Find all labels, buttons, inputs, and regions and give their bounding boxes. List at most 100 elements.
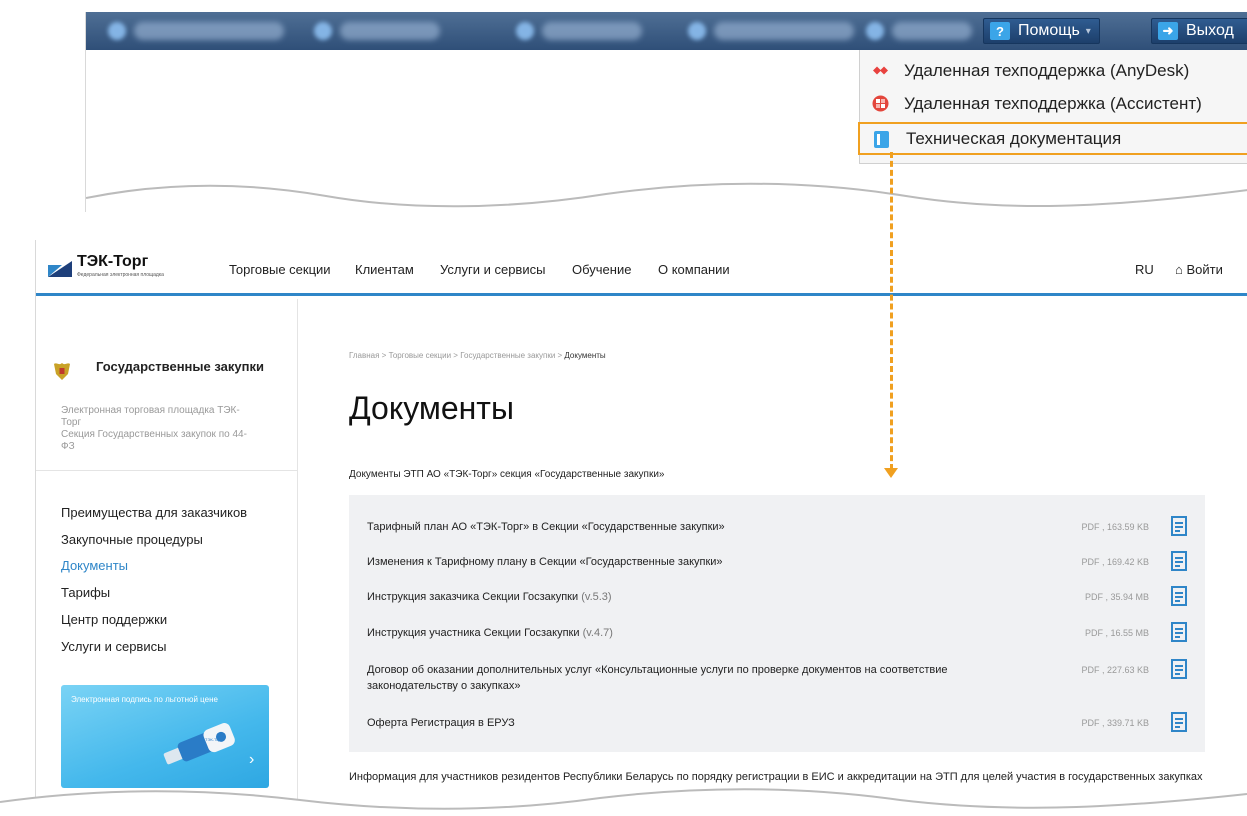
logo-subtitle: Федеральная электронная площадка (77, 272, 164, 278)
usb-token-image: ТЭК-Торг (163, 723, 235, 765)
blurred-toolbar-item (542, 22, 642, 40)
sidebar-item-procedures[interactable]: Закупочные процедуры (61, 532, 203, 547)
blurred-toolbar-icon (866, 22, 884, 40)
main-content: Главная > Торговые секции > Государствен… (349, 299, 1247, 816)
sidebar: Государственные закупки Электронная торг… (36, 299, 298, 816)
document-download-icon[interactable] (1171, 516, 1187, 536)
callout-connector-line (890, 152, 893, 470)
breadcrumb-item[interactable]: Государственные закупки (460, 351, 555, 360)
logo-title[interactable]: ТЭК-Торг (77, 253, 148, 271)
menu-item-anydesk[interactable]: Удаленная техподдержка (AnyDesk) (860, 54, 1247, 87)
breadcrumb-current: Документы (564, 351, 606, 360)
promo-text: Электронная подпись по льготной цене (71, 695, 218, 704)
document-title[interactable]: Инструкция участника Секции Госзакупки (… (367, 625, 1007, 641)
blurred-toolbar-item (134, 22, 284, 40)
document-title-text: Изменения к Тарифному плану в Секции «Го… (367, 556, 723, 568)
document-title-text: Инструкция заказчика Секции Госзакупки (367, 591, 579, 603)
document-title[interactable]: Оферта Регистрация в ЕРУЗ (367, 715, 1007, 731)
help-dropdown-menu: Удаленная техподдержка (AnyDesk) Удаленн… (858, 50, 1247, 164)
sidebar-item-advantages[interactable]: Преимущества для заказчиков (61, 505, 247, 520)
language-switcher[interactable]: RU (1135, 262, 1154, 277)
help-button-label: Помощь (1018, 22, 1080, 39)
document-download-icon[interactable] (1171, 586, 1187, 606)
document-download-icon[interactable] (1171, 622, 1187, 642)
document-meta: PDF , 227.63 KB (1081, 665, 1149, 675)
document-title[interactable]: Договор об оказании дополнительных услуг… (367, 662, 1007, 694)
document-list: Тарифный план АО «ТЭК-Торг» в Секции «Го… (349, 495, 1205, 752)
document-download-icon[interactable] (1171, 551, 1187, 571)
login-label: Войти (1186, 262, 1223, 277)
document-meta: PDF , 339.71 KB (1081, 718, 1149, 728)
home-icon: ⌂ (1175, 262, 1187, 277)
exit-icon: ➜ (1158, 22, 1178, 40)
blurred-toolbar-item (340, 22, 440, 40)
document-meta: PDF , 16.55 MB (1084, 628, 1149, 638)
help-button[interactable]: ? Помощь ▾ (983, 18, 1100, 44)
anydesk-icon (873, 66, 888, 75)
document-version: (v.5.3) (581, 591, 612, 603)
assistant-icon (872, 95, 889, 112)
breadcrumb-item[interactable]: Главная (349, 351, 379, 360)
torn-edge-divider (0, 788, 1247, 816)
section-description-line: Секция Государственных закупок по 44- (61, 429, 247, 440)
blurred-toolbar-icon (108, 22, 126, 40)
menu-item-technical-docs[interactable]: Техническая документация (858, 122, 1247, 155)
torn-edge-divider (86, 182, 1247, 220)
site-header: ТЭК-Торг Федеральная электронная площадк… (36, 240, 1247, 296)
document-title-text: Договор об оказании дополнительных услуг… (367, 664, 948, 692)
sidebar-divider (36, 470, 298, 471)
document-download-icon[interactable] (1171, 659, 1187, 679)
login-link[interactable]: ⌂ Войти (1175, 262, 1223, 277)
sidebar-item-support[interactable]: Центр поддержки (61, 612, 167, 627)
arrow-down-icon (884, 468, 898, 478)
breadcrumb-item[interactable]: Торговые секции (389, 351, 452, 360)
document-title-text: Инструкция участника Секции Госзакупки (367, 627, 580, 639)
document-meta: PDF , 35.94 MB (1084, 592, 1149, 602)
document-icon (874, 131, 889, 148)
top-fragment: ? Помощь ▾ ➜ Выход Удаленная техподдержк… (85, 12, 1247, 220)
page-title: Документы (349, 390, 514, 426)
section-title: Государственные закупки (96, 359, 264, 374)
document-title[interactable]: Изменения к Тарифному плану в Секции «Го… (367, 554, 1007, 570)
document-title[interactable]: Тарифный план АО «ТЭК-Торг» в Секции «Го… (367, 519, 1007, 535)
document-meta: PDF , 169.42 KB (1081, 557, 1149, 567)
menu-item-assistant[interactable]: Удаленная техподдержка (Ассистент) (860, 87, 1247, 120)
document-title-text: Оферта Регистрация в ЕРУЗ (367, 717, 515, 729)
blurred-toolbar-icon (688, 22, 706, 40)
section-description-line: ФЗ (61, 441, 75, 452)
breadcrumb-separator: > (379, 351, 389, 360)
nav-training[interactable]: Обучение (572, 262, 631, 277)
nav-services[interactable]: Услуги и сервисы (440, 262, 545, 277)
help-chat-icon: ? (990, 22, 1010, 40)
blurred-toolbar-item (892, 22, 972, 40)
document-title-text: Тарифный план АО «ТЭК-Торг» в Секции «Го… (367, 521, 725, 533)
promo-banner[interactable]: Электронная подпись по льготной цене ТЭК… (61, 685, 269, 788)
section-description: Электронная торговая площадка ТЭК- Торг … (61, 405, 291, 453)
exit-button-label: Выход (1186, 22, 1234, 39)
menu-item-label: Техническая документация (906, 128, 1122, 148)
sidebar-item-documents[interactable]: Документы (61, 558, 128, 573)
usb-label: ТЭК-Торг (205, 737, 223, 742)
sidebar-item-tariffs[interactable]: Тарифы (61, 585, 110, 600)
nav-trading-sections[interactable]: Торговые секции (229, 262, 331, 277)
intro-text: Документы ЭТП АО «ТЭК-Торг» секция «Госу… (349, 469, 665, 480)
nav-clients[interactable]: Клиентам (355, 262, 414, 277)
breadcrumb: Главная > Торговые секции > Государствен… (349, 351, 606, 360)
blurred-toolbar-icon (516, 22, 534, 40)
sidebar-item-services[interactable]: Услуги и сервисы (61, 639, 166, 654)
section-description-line: Торг (61, 417, 82, 428)
logo-mark-icon[interactable] (48, 261, 72, 277)
blurred-toolbar-item (714, 22, 854, 40)
document-title[interactable]: Инструкция заказчика Секции Госзакупки (… (367, 589, 1007, 605)
chevron-down-icon: ▾ (1085, 25, 1091, 37)
nav-about[interactable]: О компании (658, 262, 730, 277)
website-fragment: ТЭК-Торг Федеральная электронная площадк… (35, 240, 1247, 816)
breadcrumb-separator: > (451, 351, 461, 360)
section-description-line: Электронная торговая площадка ТЭК- (61, 405, 240, 416)
document-download-icon[interactable] (1171, 712, 1187, 732)
coat-of-arms-icon (54, 363, 70, 380)
document-meta: PDF , 163.59 KB (1081, 522, 1149, 532)
blurred-toolbar-icon (314, 22, 332, 40)
document-version: (v.4.7) (582, 627, 613, 639)
exit-button[interactable]: ➜ Выход (1151, 18, 1247, 44)
